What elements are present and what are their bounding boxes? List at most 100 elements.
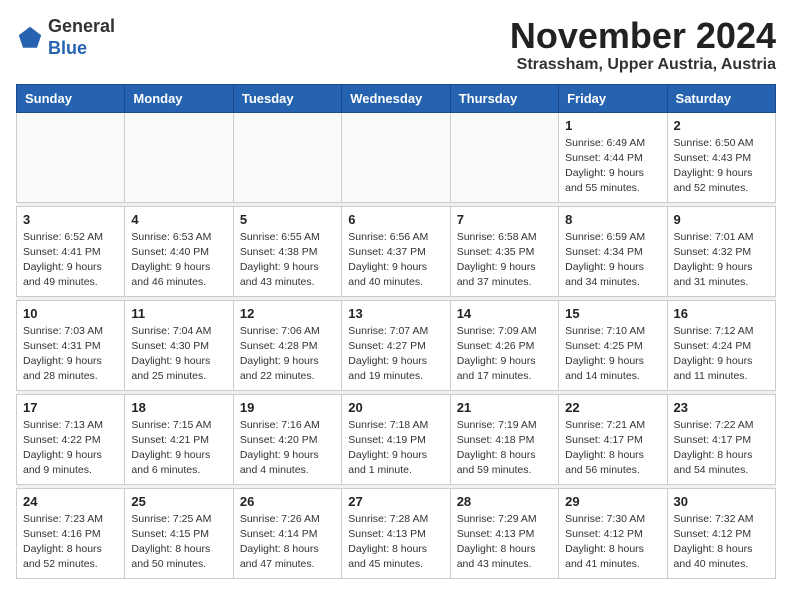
day-number: 3 — [23, 212, 118, 227]
calendar-day-cell: 20Sunrise: 7:18 AM Sunset: 4:19 PM Dayli… — [342, 394, 450, 484]
logo-general: General — [48, 16, 115, 36]
calendar-day-cell: 30 Sunrise: 7:32 AM Sunset: 4:12 PM Dayli… — [667, 488, 775, 578]
day-number: 12 — [240, 306, 335, 321]
calendar-day-cell — [125, 112, 233, 202]
day-info: Sunrise: 7:04 AM Sunset: 4:30 PM Dayligh… — [131, 324, 226, 385]
day-number: 16 — [674, 306, 769, 321]
calendar-day-cell: 22 Sunrise: 7:21 AM Sunset: 4:17 PM Dayli… — [559, 394, 667, 484]
calendar-day-cell: 9Sunrise: 7:01 AM Sunset: 4:32 PM Daylig… — [667, 206, 775, 296]
day-info: Sunrise: 6:50 AM Sunset: 4:43 PM Dayligh… — [674, 136, 769, 197]
day-info: Sunrise: 6:56 AM Sunset: 4:37 PM Dayligh… — [348, 230, 443, 291]
calendar-day-cell: 13Sunrise: 7:07 AM Sunset: 4:27 PM Dayli… — [342, 300, 450, 390]
day-number: 26 — [240, 494, 335, 509]
day-info: Sunrise: 6:59 AM Sunset: 4:34 PM Dayligh… — [565, 230, 660, 291]
weekday-header: Thursday — [450, 84, 558, 112]
calendar-day-cell: 27Sunrise: 7:28 AM Sunset: 4:13 PM Dayli… — [342, 488, 450, 578]
day-info: Sunrise: 7:19 AM Sunset: 4:18 PM Dayligh… — [457, 418, 552, 479]
day-number: 10 — [23, 306, 118, 321]
calendar-day-cell: 2 Sunrise: 6:50 AM Sunset: 4:43 PM Daylig… — [667, 112, 775, 202]
day-number: 2 — [674, 118, 769, 133]
day-number: 15 — [565, 306, 660, 321]
day-info: Sunrise: 7:21 AM Sunset: 4:17 PM Dayligh… — [565, 418, 660, 479]
day-number: 30 — [674, 494, 769, 509]
day-info: Sunrise: 7:10 AM Sunset: 4:25 PM Dayligh… — [565, 324, 660, 385]
day-number: 27 — [348, 494, 443, 509]
calendar-day-cell: 28 Sunrise: 7:29 AM Sunset: 4:13 PM Dayli… — [450, 488, 558, 578]
weekday-header: Sunday — [17, 84, 125, 112]
day-info: Sunrise: 7:13 AM Sunset: 4:22 PM Dayligh… — [23, 418, 118, 479]
day-info: Sunrise: 7:01 AM Sunset: 4:32 PM Dayligh… — [674, 230, 769, 291]
day-number: 5 — [240, 212, 335, 227]
day-number: 8 — [565, 212, 660, 227]
day-number: 23 — [674, 400, 769, 415]
calendar-day-cell: 4Sunrise: 6:53 AM Sunset: 4:40 PM Daylig… — [125, 206, 233, 296]
day-number: 21 — [457, 400, 552, 415]
weekday-header: Friday — [559, 84, 667, 112]
day-info: Sunrise: 7:29 AM Sunset: 4:13 PM Dayligh… — [457, 512, 552, 573]
logo: General Blue — [16, 16, 115, 59]
day-number: 19 — [240, 400, 335, 415]
calendar-week-row: 3 Sunrise: 6:52 AM Sunset: 4:41 PM Daylig… — [17, 206, 776, 296]
calendar-day-cell: 7 Sunrise: 6:58 AM Sunset: 4:35 PM Daylig… — [450, 206, 558, 296]
logo-icon — [16, 24, 44, 52]
calendar-day-cell: 16 Sunrise: 7:12 AM Sunset: 4:24 PM Dayli… — [667, 300, 775, 390]
day-number: 17 — [23, 400, 118, 415]
day-number: 6 — [348, 212, 443, 227]
calendar-week-row: 24 Sunrise: 7:23 AM Sunset: 4:16 PM Dayli… — [17, 488, 776, 578]
day-number: 28 — [457, 494, 552, 509]
day-info: Sunrise: 6:52 AM Sunset: 4:41 PM Dayligh… — [23, 230, 118, 291]
day-number: 22 — [565, 400, 660, 415]
calendar-day-cell: 24 Sunrise: 7:23 AM Sunset: 4:16 PM Dayli… — [17, 488, 125, 578]
day-number: 24 — [23, 494, 118, 509]
day-info: Sunrise: 7:22 AM Sunset: 4:17 PM Dayligh… — [674, 418, 769, 479]
calendar-day-cell: 18 Sunrise: 7:15 AM Sunset: 4:21 PM Dayli… — [125, 394, 233, 484]
day-number: 18 — [131, 400, 226, 415]
day-info: Sunrise: 6:58 AM Sunset: 4:35 PM Dayligh… — [457, 230, 552, 291]
day-info: Sunrise: 7:07 AM Sunset: 4:27 PM Dayligh… — [348, 324, 443, 385]
calendar-day-cell: 15 Sunrise: 7:10 AM Sunset: 4:25 PM Dayli… — [559, 300, 667, 390]
day-number: 1 — [565, 118, 660, 133]
day-info: Sunrise: 7:09 AM Sunset: 4:26 PM Dayligh… — [457, 324, 552, 385]
calendar-day-cell: 23 Sunrise: 7:22 AM Sunset: 4:17 PM Dayli… — [667, 394, 775, 484]
calendar-day-cell — [450, 112, 558, 202]
calendar-day-cell: 21 Sunrise: 7:19 AM Sunset: 4:18 PM Dayli… — [450, 394, 558, 484]
calendar-day-cell: 6 Sunrise: 6:56 AM Sunset: 4:37 PM Daylig… — [342, 206, 450, 296]
day-info: Sunrise: 7:30 AM Sunset: 4:12 PM Dayligh… — [565, 512, 660, 573]
calendar-day-cell: 14Sunrise: 7:09 AM Sunset: 4:26 PM Dayli… — [450, 300, 558, 390]
day-number: 25 — [131, 494, 226, 509]
day-info: Sunrise: 7:25 AM Sunset: 4:15 PM Dayligh… — [131, 512, 226, 573]
day-number: 20 — [348, 400, 443, 415]
calendar-week-row: 1 Sunrise: 6:49 AM Sunset: 4:44 PM Daylig… — [17, 112, 776, 202]
calendar-day-cell: 8 Sunrise: 6:59 AM Sunset: 4:34 PM Daylig… — [559, 206, 667, 296]
calendar-day-cell — [17, 112, 125, 202]
logo-text: General Blue — [48, 16, 115, 59]
calendar-day-cell: 5 Sunrise: 6:55 AM Sunset: 4:38 PM Daylig… — [233, 206, 341, 296]
location-subtitle: Strassham, Upper Austria, Austria — [510, 56, 776, 74]
day-info: Sunrise: 7:03 AM Sunset: 4:31 PM Dayligh… — [23, 324, 118, 385]
day-info: Sunrise: 6:49 AM Sunset: 4:44 PM Dayligh… — [565, 136, 660, 197]
page-header: General Blue November 2024 Strassham, Up… — [16, 16, 776, 74]
calendar-day-cell: 12Sunrise: 7:06 AM Sunset: 4:28 PM Dayli… — [233, 300, 341, 390]
logo-blue: Blue — [48, 38, 87, 58]
calendar-day-cell: 25 Sunrise: 7:25 AM Sunset: 4:15 PM Dayli… — [125, 488, 233, 578]
calendar-week-row: 17 Sunrise: 7:13 AM Sunset: 4:22 PM Dayli… — [17, 394, 776, 484]
day-info: Sunrise: 7:16 AM Sunset: 4:20 PM Dayligh… — [240, 418, 335, 479]
day-info: Sunrise: 7:23 AM Sunset: 4:16 PM Dayligh… — [23, 512, 118, 573]
day-info: Sunrise: 7:32 AM Sunset: 4:12 PM Dayligh… — [674, 512, 769, 573]
calendar-day-cell — [233, 112, 341, 202]
calendar-day-cell: 17 Sunrise: 7:13 AM Sunset: 4:22 PM Dayli… — [17, 394, 125, 484]
calendar-day-cell: 3 Sunrise: 6:52 AM Sunset: 4:41 PM Daylig… — [17, 206, 125, 296]
day-info: Sunrise: 7:12 AM Sunset: 4:24 PM Dayligh… — [674, 324, 769, 385]
calendar-day-cell — [342, 112, 450, 202]
day-number: 29 — [565, 494, 660, 509]
calendar-day-cell: 11Sunrise: 7:04 AM Sunset: 4:30 PM Dayli… — [125, 300, 233, 390]
day-info: Sunrise: 7:15 AM Sunset: 4:21 PM Dayligh… — [131, 418, 226, 479]
day-info: Sunrise: 6:55 AM Sunset: 4:38 PM Dayligh… — [240, 230, 335, 291]
weekday-header: Wednesday — [342, 84, 450, 112]
weekday-header: Monday — [125, 84, 233, 112]
day-number: 7 — [457, 212, 552, 227]
calendar-day-cell: 29 Sunrise: 7:30 AM Sunset: 4:12 PM Dayli… — [559, 488, 667, 578]
month-year-title: November 2024 — [510, 16, 776, 56]
calendar-table: SundayMondayTuesdayWednesdayThursdayFrid… — [16, 84, 776, 579]
calendar-day-cell: 10 Sunrise: 7:03 AM Sunset: 4:31 PM Dayli… — [17, 300, 125, 390]
